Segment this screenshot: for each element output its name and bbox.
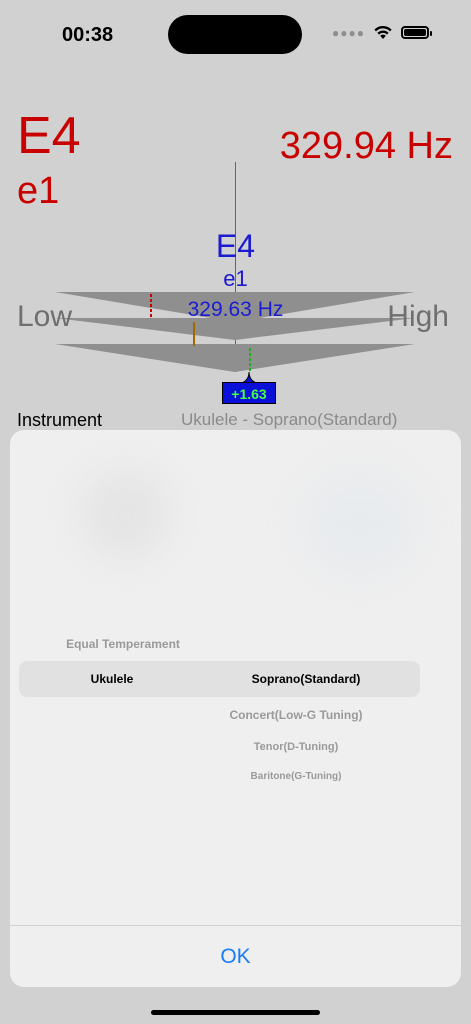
detected-octave-note: e1 xyxy=(17,170,60,212)
target-octave-note: e1 xyxy=(223,266,248,291)
picker-tuning-option[interactable]: Concert(Low-G Tuning) xyxy=(206,708,386,722)
instrument-label: Instrument xyxy=(17,410,103,430)
picker-temperament[interactable]: Equal Temperament xyxy=(60,637,186,651)
cents-badge: +1.63 xyxy=(222,382,276,404)
target-note: E4 xyxy=(215,228,256,264)
detected-frequency: 329.94 Hz xyxy=(279,125,453,167)
detected-note: E4 xyxy=(17,107,81,165)
battery-icon xyxy=(401,26,432,39)
status-icons: ●●●● xyxy=(332,25,432,40)
picker-tuning-option[interactable]: Tenor(D-Tuning) xyxy=(206,741,386,753)
picker-selected-tuning[interactable]: Soprano(Standard) xyxy=(226,672,386,686)
background-blur xyxy=(300,470,420,580)
picker-selected-instrument[interactable]: Ukulele xyxy=(62,672,162,686)
home-indicator[interactable] xyxy=(151,1010,320,1015)
background-blur xyxy=(80,470,170,560)
ok-button[interactable]: OK xyxy=(10,926,461,987)
cellular-dots-icon: ●●●● xyxy=(332,25,365,40)
picker-tuning-option[interactable]: Baritone(G-Tuning) xyxy=(206,771,386,782)
high-label: High xyxy=(387,300,449,333)
status-bar: 00:38 ●●●● xyxy=(0,0,471,70)
dynamic-island xyxy=(168,15,302,54)
status-time: 00:38 xyxy=(62,24,114,46)
instrument-value[interactable]: Ukulele - Soprano(Standard) xyxy=(181,410,397,430)
gauge-band-bottom xyxy=(55,344,415,372)
wifi-icon xyxy=(374,25,392,39)
instrument-picker-sheet: Equal Temperament Ukulele Soprano(Standa… xyxy=(10,430,461,987)
